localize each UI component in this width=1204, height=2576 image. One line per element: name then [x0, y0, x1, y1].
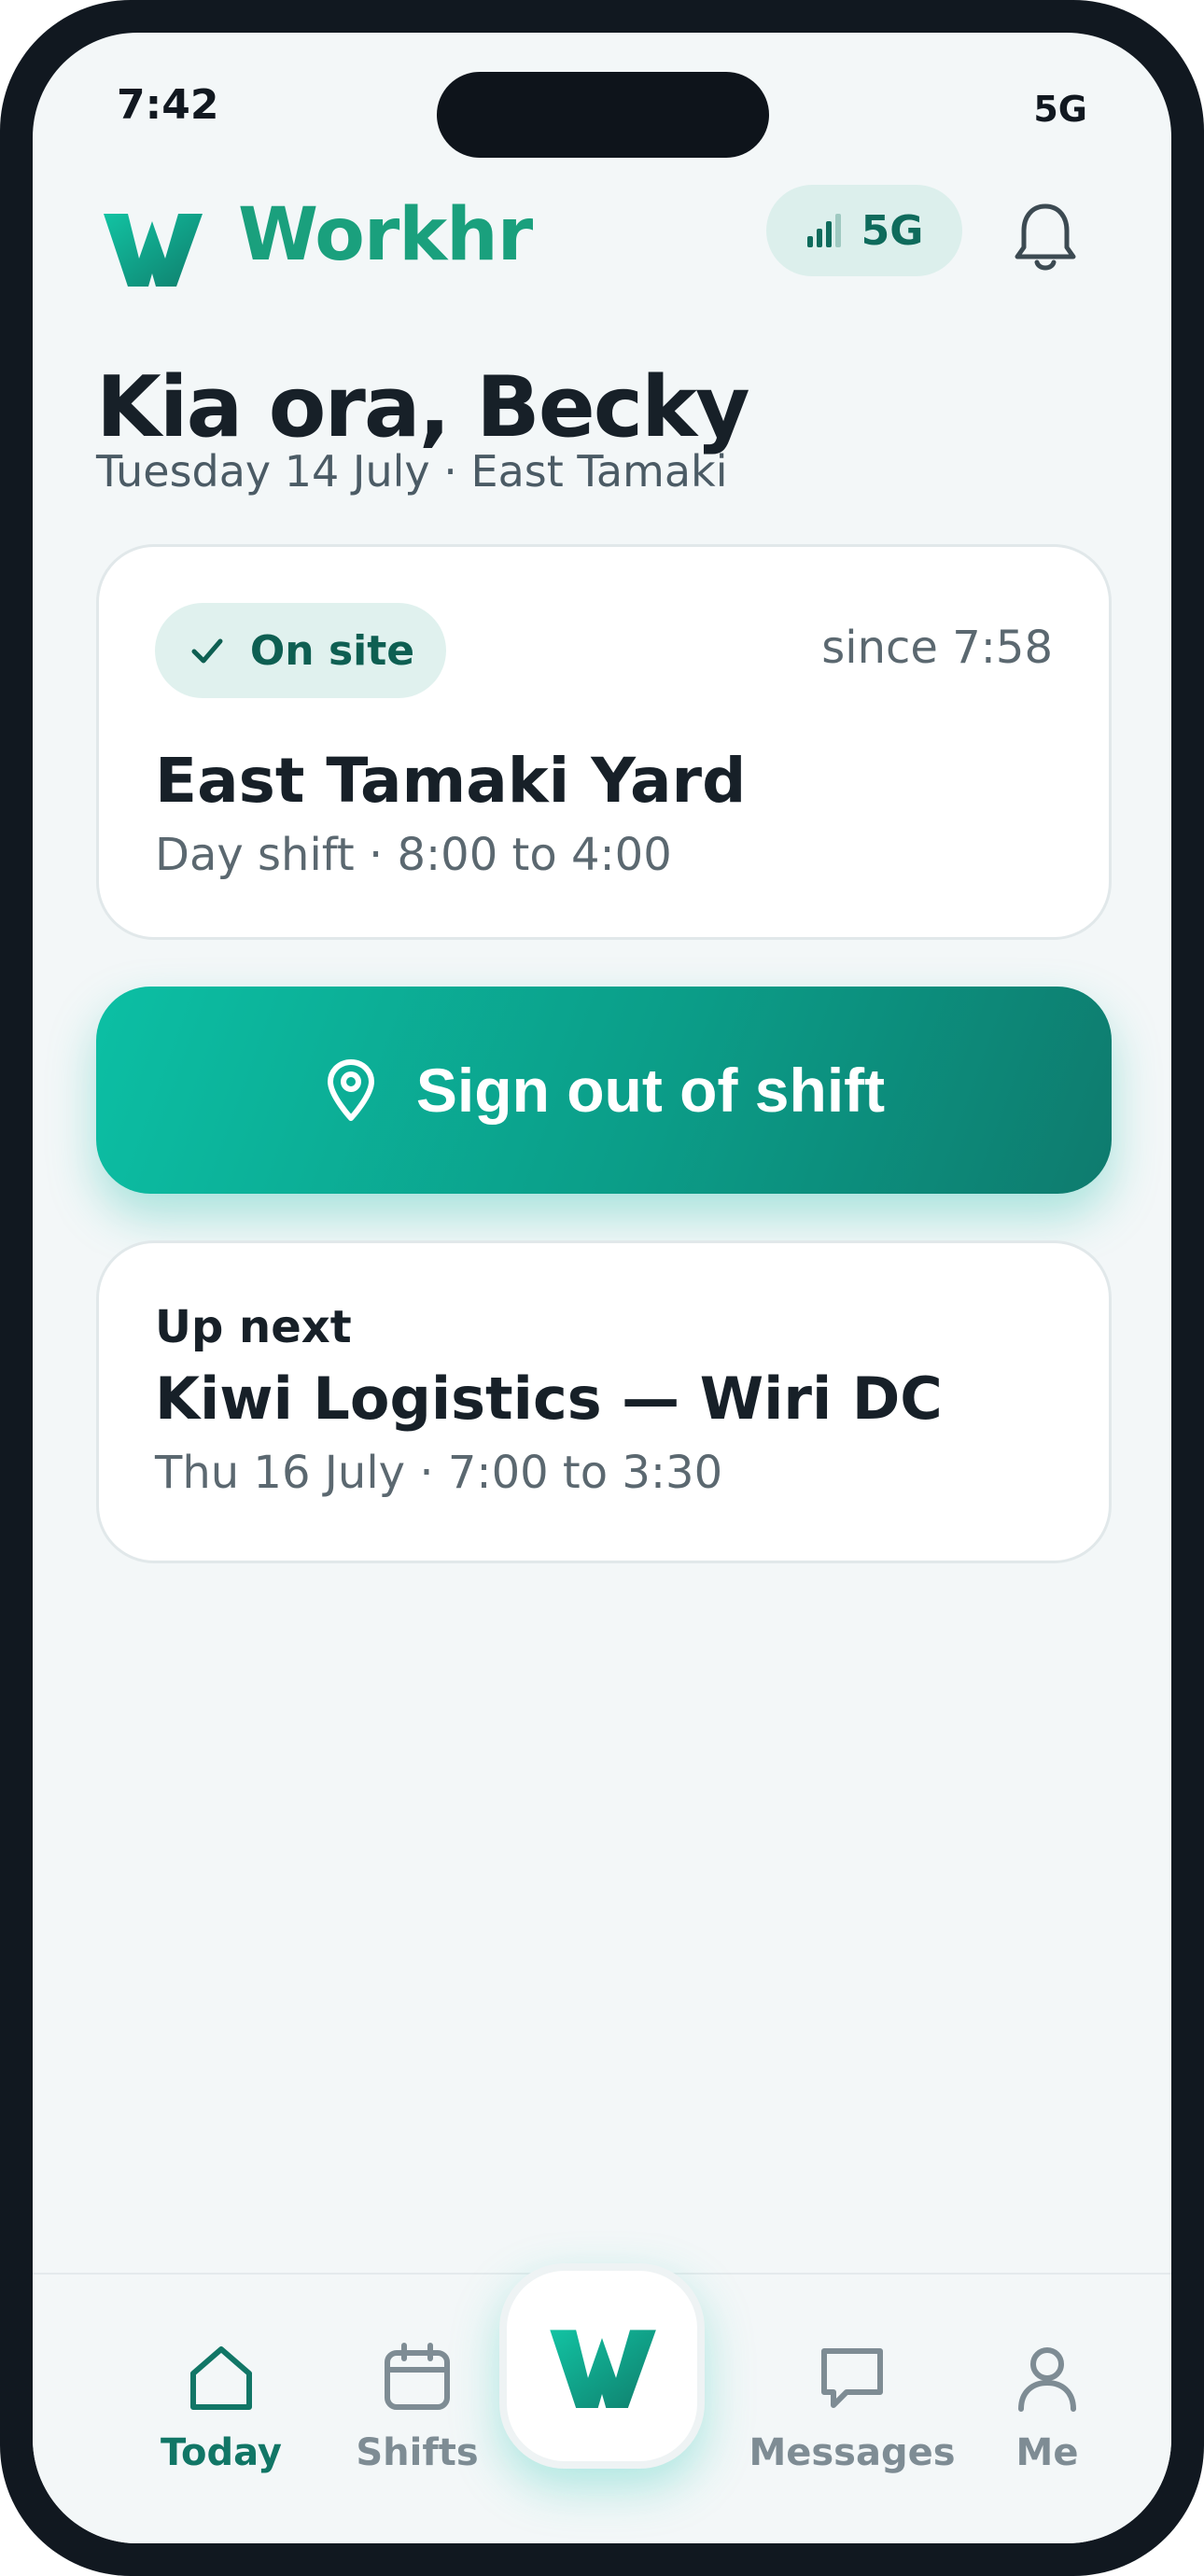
greeting-title: Kia ora, Becky [96, 358, 750, 456]
up-next-heading: Up next [155, 1301, 352, 1353]
tab-messages[interactable]: Messages [712, 2340, 992, 2499]
home-icon [190, 2346, 252, 2410]
workhr-logo-icon [104, 214, 203, 287]
status-time: 7:42 [117, 81, 219, 129]
tab-me-label: Me [1015, 2431, 1079, 2474]
signal-icon [806, 214, 841, 247]
calendar-icon [385, 2343, 450, 2410]
tab-today-label: Today [161, 2431, 282, 2474]
tab-shifts[interactable]: Shifts [324, 2340, 511, 2499]
tab-me[interactable]: Me [954, 2340, 1141, 2499]
dynamic-island [437, 72, 769, 158]
tab-shifts-label: Shifts [356, 2431, 479, 2474]
since-time: since 7:58 [821, 622, 1053, 674]
network-pill[interactable]: 5G [766, 185, 962, 276]
sign-out-label: Sign out of shift [415, 1056, 886, 1125]
workhr-logo-icon [550, 2330, 656, 2408]
status-network: 5G [1033, 89, 1087, 130]
site-name: East Tamaki Yard [155, 745, 747, 817]
app-screen: 7:42 5G Workhr 5G Kia ora, Becky Tuesday… [33, 33, 1171, 2543]
network-pill-label: 5G [861, 206, 924, 255]
status-badge-label: On site [249, 626, 415, 675]
sign-out-button[interactable]: Sign out of shift [96, 987, 1112, 1194]
bell-icon[interactable] [1013, 201, 1078, 275]
tab-today[interactable]: Today [128, 2340, 315, 2499]
phone-frame: 7:42 5G Workhr 5G Kia ora, Becky Tuesday… [0, 0, 1204, 2576]
chat-icon [821, 2348, 883, 2408]
brand-name: Workhr [238, 193, 533, 277]
up-next-card[interactable]: Up next Kiwi Logistics — Wiri DC Thu 16 … [96, 1240, 1112, 1563]
center-workhr-button[interactable] [499, 2263, 705, 2469]
current-shift-card[interactable]: On site since 7:58 East Tamaki Yard Day … [96, 544, 1112, 940]
greeting-subtitle: Tuesday 14 July · East Tamaki [96, 446, 728, 497]
check-icon [191, 638, 223, 664]
status-badge: On site [155, 603, 446, 698]
tab-messages-label: Messages [749, 2431, 956, 2474]
up-next-details: Thu 16 July · 7:00 to 3:30 [155, 1447, 723, 1499]
shift-details: Day shift · 8:00 to 4:00 [155, 829, 672, 881]
location-pin-icon [327, 1059, 374, 1121]
up-next-title: Kiwi Logistics — Wiri DC [155, 1365, 943, 1433]
person-icon [1018, 2347, 1076, 2412]
